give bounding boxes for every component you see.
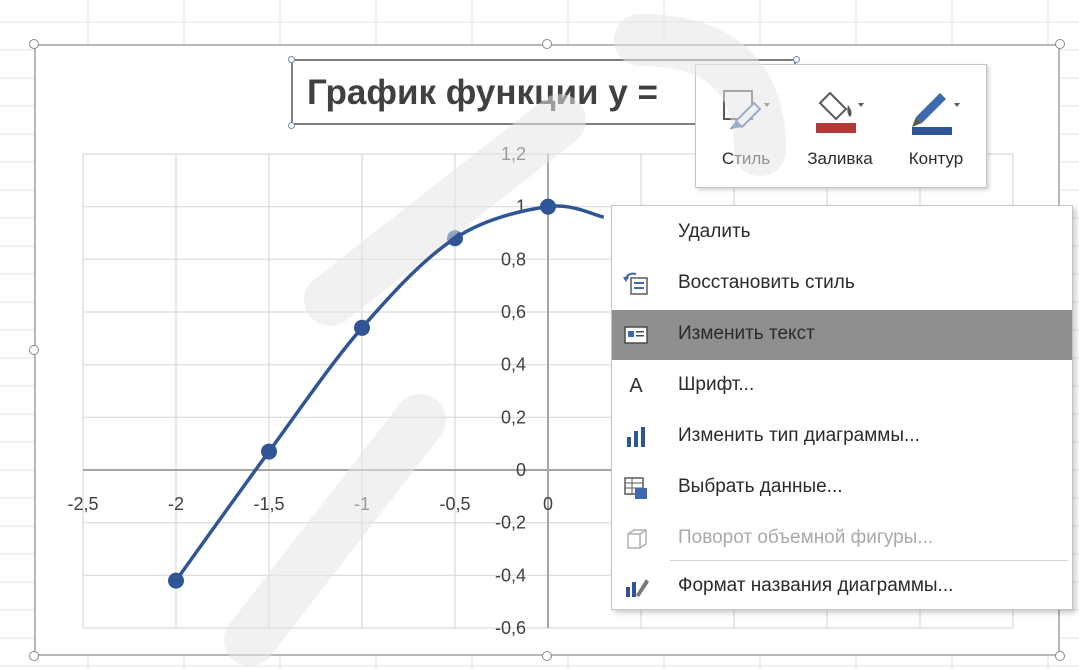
series-line[interactable] bbox=[174, 204, 605, 582]
menu-item-label: Восстановить стиль bbox=[678, 272, 855, 293]
x-tick-label: -2,5 bbox=[67, 494, 98, 514]
x-tick-label: 0 bbox=[543, 494, 553, 514]
select-data-icon bbox=[624, 477, 647, 499]
3d-rotation-icon bbox=[627, 529, 647, 549]
x-tick-label: -1,5 bbox=[253, 494, 284, 514]
edit-text-icon bbox=[624, 326, 648, 344]
menu-item-reset-style[interactable]: Восстановить стиль bbox=[612, 259, 1072, 309]
y-tick-label: -0,4 bbox=[495, 565, 526, 585]
x-tick-label: -2 bbox=[168, 494, 184, 514]
menu-item-3d-rotation: Поворот объемной фигуры... bbox=[612, 514, 1072, 564]
format-title-icon bbox=[626, 579, 649, 597]
y-tick-label: -0,2 bbox=[495, 513, 526, 533]
menu-item-label: Удалить bbox=[678, 221, 751, 242]
menu-item-label: Выбрать данные... bbox=[678, 476, 843, 497]
menu-item-label: Формат названия диаграммы... bbox=[678, 575, 954, 596]
title-handle-top-left[interactable] bbox=[288, 56, 295, 63]
y-tick-label: 0,8 bbox=[501, 249, 526, 269]
format-mini-toolbar: Стиль Заливка Контур bbox=[695, 64, 987, 188]
data-point-marker[interactable] bbox=[447, 230, 463, 247]
outline-button[interactable]: Контур bbox=[890, 75, 982, 179]
y-tick-label: 0 bbox=[516, 460, 526, 480]
x-tick-label: -1 bbox=[354, 494, 370, 514]
tick-labels: -2,5 -2 -1,5 -1 -0,5 01,210,80,60,40,20-0,2-0… bbox=[67, 144, 553, 638]
data-point-marker[interactable] bbox=[540, 198, 556, 215]
font-icon: A bbox=[629, 375, 643, 397]
style-icon bbox=[723, 90, 770, 129]
context-menu: Удалить Восстановить стиль Изменить текс… bbox=[611, 205, 1073, 610]
chart-resize-handle-bottom-left[interactable] bbox=[29, 651, 39, 661]
title-handle-top-right[interactable] bbox=[793, 56, 800, 63]
outline-pen-icon bbox=[912, 93, 960, 135]
y-tick-label: -0,6 bbox=[495, 618, 526, 638]
outline-button-label: Контур bbox=[908, 149, 964, 168]
chart-type-icon bbox=[627, 427, 645, 447]
style-button[interactable]: Стиль bbox=[700, 75, 792, 179]
menu-item-label: Изменить текст bbox=[678, 323, 815, 344]
y-tick-label: 0,4 bbox=[501, 355, 526, 375]
data-point-marker[interactable] bbox=[354, 319, 370, 336]
chart-resize-handle-top-right[interactable] bbox=[1055, 39, 1065, 49]
title-handle-bottom-left[interactable] bbox=[288, 122, 295, 129]
y-tick-label: 0,6 bbox=[501, 302, 526, 322]
fill-button[interactable]: Заливка bbox=[794, 75, 886, 179]
y-tick-label: 1,2 bbox=[501, 144, 526, 164]
data-series bbox=[168, 198, 605, 589]
chart-title[interactable]: График функции у = bbox=[307, 73, 658, 113]
data-point-marker[interactable] bbox=[168, 572, 184, 589]
chart-resize-handle-top-left[interactable] bbox=[29, 39, 39, 49]
menu-item-change-chart-type[interactable]: Изменить тип диаграммы... bbox=[612, 412, 1072, 462]
menu-item-label: Шрифт... bbox=[678, 374, 755, 395]
fill-bucket-icon bbox=[816, 91, 864, 133]
data-point-marker[interactable] bbox=[261, 443, 277, 460]
menu-item-font[interactable]: A Шрифт... bbox=[612, 361, 1072, 411]
menu-item-delete[interactable]: Удалить bbox=[612, 208, 1072, 258]
fill-button-label: Заливка bbox=[807, 149, 873, 168]
x-tick-label: -0,5 bbox=[439, 494, 470, 514]
y-tick-label: 0,2 bbox=[501, 407, 526, 427]
menu-item-select-data[interactable]: Выбрать данные... bbox=[612, 463, 1072, 513]
style-button-label: Стиль bbox=[721, 149, 771, 168]
menu-item-label: Поворот объемной фигуры... bbox=[678, 527, 934, 548]
chart-resize-handle-top[interactable] bbox=[542, 39, 552, 49]
chart-resize-handle-bottom-right[interactable] bbox=[1055, 651, 1065, 661]
reset-style-icon bbox=[623, 272, 648, 295]
chart-resize-handle-bottom[interactable] bbox=[542, 651, 552, 661]
menu-item-edit-text[interactable]: Изменить текст bbox=[612, 310, 1072, 360]
menu-item-label: Изменить тип диаграммы... bbox=[678, 425, 920, 446]
chart-resize-handle-left[interactable] bbox=[29, 345, 39, 355]
menu-separator bbox=[670, 560, 1068, 561]
menu-item-format-chart-title[interactable]: Формат названия диаграммы... bbox=[612, 562, 1072, 612]
